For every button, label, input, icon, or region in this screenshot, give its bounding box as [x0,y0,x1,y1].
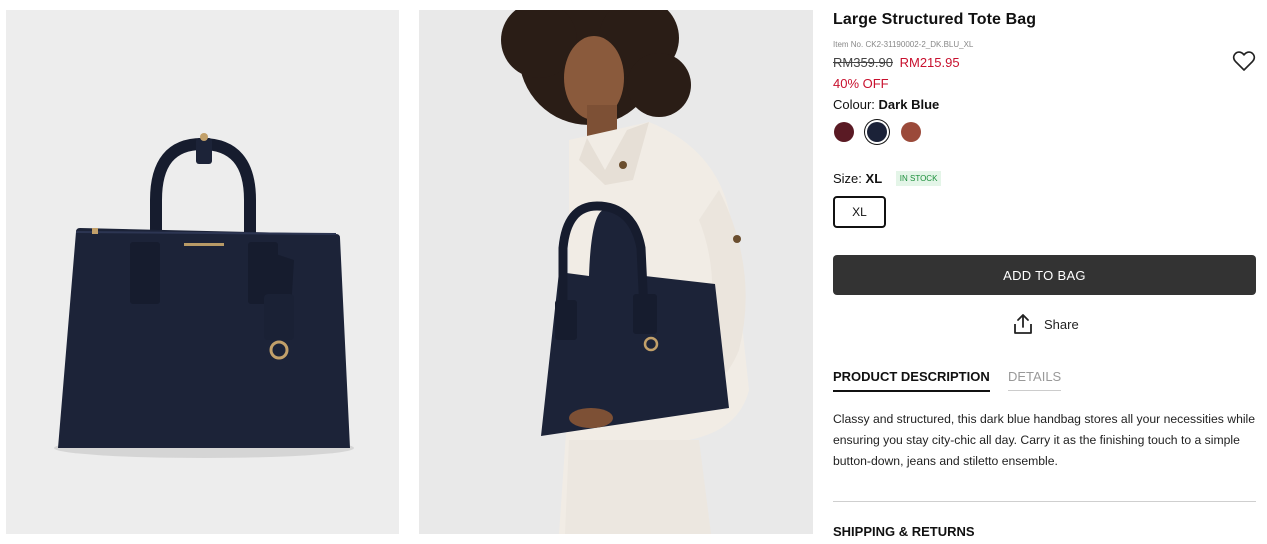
price-original: RM359.90 [833,55,893,70]
size-option-xl[interactable]: XL [833,196,886,228]
swatch-dark-blue[interactable] [867,122,887,142]
share-button[interactable]: Share [1012,313,1079,335]
model-illustration [419,10,813,534]
item-number: Item No. CK2-31190002-2_DK.BLU_XL [833,40,974,49]
colour-value: Dark Blue [878,97,940,112]
product-image-model[interactable] [419,10,813,534]
swatch-burgundy[interactable] [834,122,854,142]
heart-outline-icon[interactable] [1232,50,1256,72]
product-info-panel: Large Structured Tote Bag Item No. CK2-3… [833,0,1256,544]
price-sale: RM215.95 [899,55,960,70]
swatch-rust[interactable] [901,122,921,142]
discount-label: 40% OFF [833,76,889,91]
tab-details[interactable]: DETAILS [1008,369,1062,391]
size-label: Size: [833,171,862,186]
bag-illustration [6,10,399,534]
share-label: Share [1044,316,1079,332]
add-to-bag-button[interactable]: ADD TO BAG [833,255,1256,295]
share-upload-icon [1014,314,1032,334]
tab-product-description[interactable]: PRODUCT DESCRIPTION [833,369,990,392]
shipping-returns-toggle[interactable]: SHIPPING & RETURNS [833,524,975,539]
product-description-text: Classy and structured, this dark blue ha… [833,412,1256,468]
colour-row: Colour: Dark Blue [833,97,939,112]
colour-label: Colour: [833,97,875,112]
product-title: Large Structured Tote Bag [833,11,1037,28]
price-row: RM359.90 RM215.95 [833,55,960,70]
size-row: Size: XL IN STOCK [833,171,942,186]
product-image-bag[interactable] [6,10,399,534]
stock-badge: IN STOCK [895,171,942,186]
divider [833,501,1256,502]
size-value: XL [865,171,883,186]
